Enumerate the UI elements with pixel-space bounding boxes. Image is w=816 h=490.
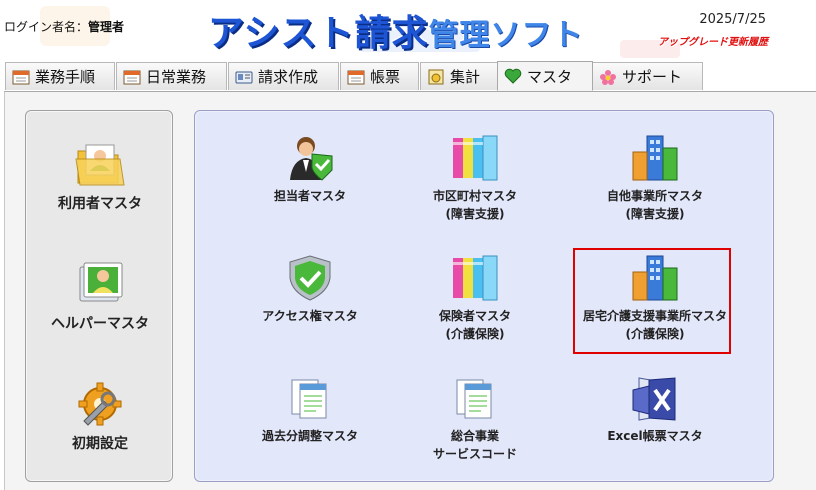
master-panel: 利用者マスタ ヘルパーマスタ 初期設定 担当者マスタ 市区町村マスタ (障害支援… — [4, 91, 816, 490]
tab-master[interactable]: マスタ — [497, 61, 593, 91]
item-line1: アクセス権マスタ — [262, 309, 358, 323]
tab-totals[interactable]: 集計 — [420, 62, 498, 90]
item-line1: Excel帳票マスタ — [607, 429, 703, 443]
item-line1: 保険者マスタ — [438, 309, 511, 323]
calendar-icon — [12, 70, 30, 84]
ledger-icon — [428, 69, 444, 84]
initial-settings-button[interactable]: 初期設定 — [40, 379, 160, 453]
login-user-label: ログイン者名：管理者 — [4, 18, 124, 35]
excel-icon — [632, 377, 676, 421]
left-master-box: 利用者マスタ ヘルパーマスタ 初期設定 — [25, 110, 173, 482]
home-care-support-office-master-button[interactable]: 居宅介護支援事業所マスタ (介護保険) — [575, 253, 735, 343]
app-title-part1: アシスト請求 — [208, 13, 429, 54]
login-user-name: 管理者 — [88, 20, 125, 34]
tab-billing-creation[interactable]: 請求作成 — [228, 62, 339, 90]
buildings-icon — [632, 255, 678, 301]
tab-business-procedure[interactable]: 業務手順 — [5, 62, 115, 90]
staff-check-icon — [290, 137, 333, 181]
tab-support[interactable]: サポート — [592, 62, 703, 90]
tab-label: サポート — [622, 68, 683, 86]
heart-icon — [504, 68, 522, 84]
tab-label: マスタ — [527, 67, 573, 86]
item-line1: 総合事業 — [450, 429, 499, 443]
item-line1: 自他事業所マスタ — [606, 189, 703, 203]
helper-master-label: ヘルパーマスタ — [51, 316, 149, 332]
tab-label: 業務手順 — [35, 68, 96, 86]
staff-master-button[interactable]: 担当者マスタ — [245, 133, 375, 205]
tab-label: 帳票 — [370, 68, 401, 86]
documents-icon — [456, 379, 492, 419]
user-card-icon — [79, 262, 123, 302]
current-date: 2025/7/25 — [699, 12, 766, 27]
municipality-master-button[interactable]: 市区町村マスタ (障害支援) — [410, 133, 540, 223]
tab-label: 請求作成 — [258, 68, 319, 86]
initial-settings-label: 初期設定 — [72, 436, 128, 452]
helper-master-button[interactable]: ヘルパーマスタ — [40, 259, 160, 333]
flower-icon — [600, 69, 616, 85]
binders-icon — [453, 135, 498, 181]
id-card-icon — [235, 71, 253, 83]
tab-daily-work[interactable]: 日常業務 — [116, 62, 227, 90]
own-other-office-master-button[interactable]: 自他事業所マスタ (障害支援) — [585, 133, 725, 223]
app-title-part2: 管理ソフト — [428, 18, 584, 53]
item-line2: (障害支援) — [625, 207, 685, 221]
binders-icon — [453, 255, 498, 301]
app-title: アシスト請求管理ソフト — [208, 4, 584, 54]
tab-forms[interactable]: 帳票 — [340, 62, 419, 90]
past-adjustment-master-button[interactable]: 過去分調整マスタ — [245, 373, 375, 445]
item-line2: (介護保険) — [445, 327, 505, 341]
buildings-icon — [632, 135, 678, 181]
tab-label: 日常業務 — [146, 68, 207, 86]
user-folder-icon — [75, 144, 125, 186]
item-line2: サービスコード — [432, 447, 517, 461]
calendar-icon — [123, 70, 141, 84]
item-line1: 居宅介護支援事業所マスタ — [582, 309, 727, 323]
excel-form-master-button[interactable]: Excel帳票マスタ — [585, 373, 725, 445]
right-master-box: 担当者マスタ 市区町村マスタ (障害支援) 自他事業所マスタ (障害支援) アク… — [194, 110, 774, 482]
user-master-label: 利用者マスタ — [58, 196, 142, 212]
wrench-gear-icon — [78, 382, 122, 426]
shield-check-icon — [289, 255, 331, 301]
login-label-text: ログイン者名： — [4, 20, 89, 34]
item-line1: 担当者マスタ — [273, 189, 346, 203]
item-line2: (介護保険) — [625, 327, 685, 341]
general-service-code-button[interactable]: 総合事業 サービスコード — [410, 373, 540, 463]
item-line1: 過去分調整マスタ — [261, 429, 358, 443]
main-tab-bar: 業務手順 日常業務 請求作成 帳票 集計 マスタ サポート — [0, 61, 816, 92]
user-master-button[interactable]: 利用者マスタ — [40, 139, 160, 213]
item-line1: 市区町村マスタ — [432, 189, 517, 203]
calendar-icon — [347, 70, 365, 84]
documents-icon — [291, 379, 327, 419]
tab-label: 集計 — [450, 68, 481, 86]
access-rights-master-button[interactable]: アクセス権マスタ — [245, 253, 375, 325]
insurer-master-button[interactable]: 保険者マスタ (介護保険) — [410, 253, 540, 343]
item-line2: (障害支援) — [445, 207, 505, 221]
upgrade-history-link[interactable]: アップグレード更新履歴 — [658, 33, 768, 48]
